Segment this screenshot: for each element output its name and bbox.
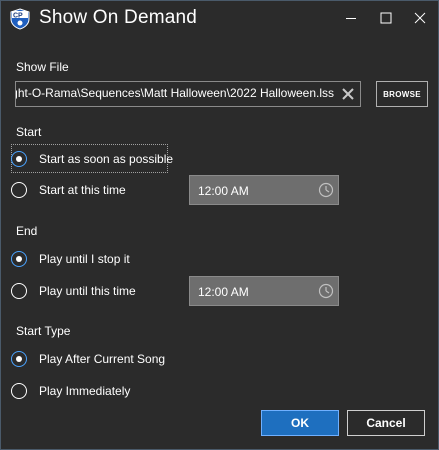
cancel-button[interactable]: Cancel bbox=[347, 410, 425, 436]
browse-button[interactable]: BROWSE bbox=[376, 81, 428, 107]
cp-shield-icon: CP bbox=[10, 8, 30, 30]
maximize-icon bbox=[380, 12, 392, 24]
window-title: Show On Demand bbox=[39, 7, 198, 28]
end-time-value: 12:00 AM bbox=[198, 285, 249, 299]
radio-button[interactable] bbox=[11, 283, 27, 299]
end-time-picker[interactable]: 12:00 AM bbox=[189, 276, 339, 306]
radio-play-until-time[interactable]: Play until this time bbox=[11, 280, 136, 302]
show-file-label: Show File bbox=[16, 60, 69, 74]
radio-play-until-stop[interactable]: Play until I stop it bbox=[11, 248, 130, 270]
radio-label: Start as soon as possible bbox=[39, 152, 174, 166]
radio-play-after-current[interactable]: Play After Current Song bbox=[11, 348, 165, 370]
radio-button[interactable] bbox=[11, 351, 27, 367]
clear-x-icon[interactable] bbox=[340, 86, 356, 102]
radio-button[interactable] bbox=[11, 383, 27, 399]
start-type-label: Start Type bbox=[16, 324, 71, 338]
minimize-button[interactable] bbox=[334, 1, 368, 35]
close-icon bbox=[414, 12, 426, 24]
close-button[interactable] bbox=[403, 1, 437, 35]
maximize-button[interactable] bbox=[369, 1, 403, 35]
clock-icon[interactable] bbox=[318, 182, 334, 198]
title-bar[interactable]: CP Show On Demand bbox=[1, 1, 438, 37]
svg-text:CP: CP bbox=[13, 12, 23, 19]
radio-start-asap[interactable]: Start as soon as possible bbox=[11, 148, 173, 170]
radio-button[interactable] bbox=[11, 151, 27, 167]
radio-label: Play After Current Song bbox=[39, 352, 166, 366]
radio-play-immediately[interactable]: Play Immediately bbox=[11, 380, 130, 402]
start-time-value: 12:00 AM bbox=[198, 184, 249, 198]
radio-button[interactable] bbox=[11, 251, 27, 267]
radio-button[interactable] bbox=[11, 182, 27, 198]
start-section-label: Start bbox=[16, 125, 42, 139]
radio-label: Play Immediately bbox=[39, 384, 131, 398]
radio-label: Play until I stop it bbox=[39, 252, 130, 266]
clock-icon[interactable] bbox=[318, 283, 334, 299]
start-time-picker[interactable]: 12:00 AM bbox=[189, 175, 339, 205]
radio-start-at-time[interactable]: Start at this time bbox=[11, 179, 126, 201]
radio-label: Play until this time bbox=[39, 284, 136, 298]
end-section-label: End bbox=[16, 224, 38, 238]
radio-label: Start at this time bbox=[39, 183, 126, 197]
minimize-icon bbox=[346, 18, 356, 19]
show-file-path: ight-O-Rama\Sequences\Matt Halloween\202… bbox=[15, 86, 334, 100]
show-file-input[interactable]: ight-O-Rama\Sequences\Matt Halloween\202… bbox=[15, 81, 361, 107]
ok-button[interactable]: OK bbox=[261, 410, 339, 436]
dialog-window: CP Show On Demand Show File ight-O-Rama\… bbox=[0, 0, 439, 450]
